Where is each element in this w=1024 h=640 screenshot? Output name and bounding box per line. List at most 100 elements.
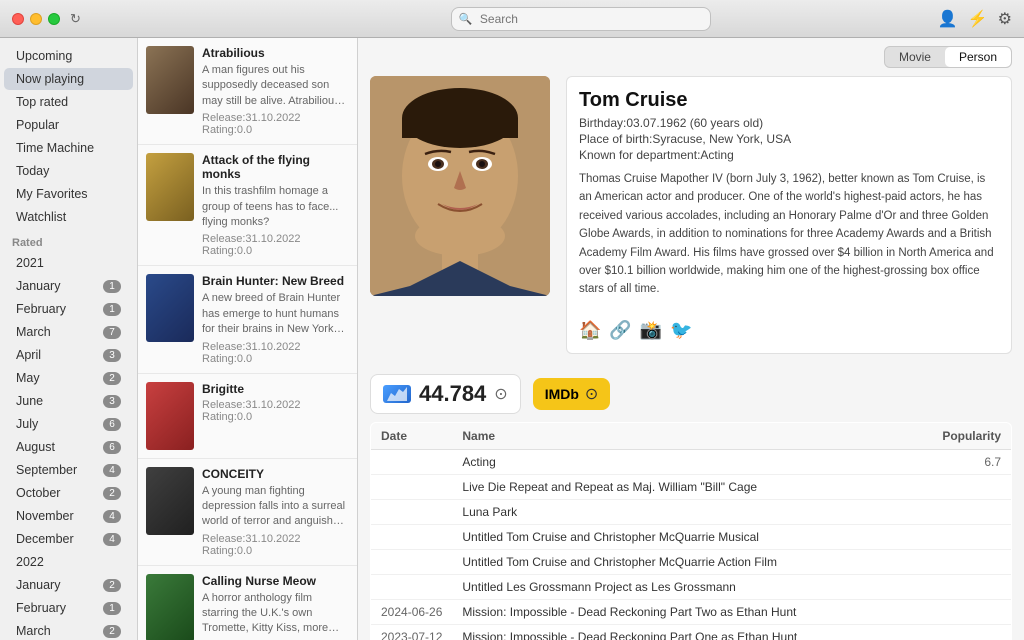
sidebar-item-january-22[interactable]: January2 bbox=[4, 574, 133, 596]
movie-list-item[interactable]: Brain Hunter: New BreedA new breed of Br… bbox=[138, 266, 357, 373]
sidebar-item-watchlist[interactable]: Watchlist bbox=[4, 206, 133, 228]
movie-list-item[interactable]: AtrabiliousA man figures out his suppose… bbox=[138, 38, 357, 145]
toggle-person[interactable]: Person bbox=[945, 47, 1011, 67]
sidebar-item-my-favorites[interactable]: My Favorites bbox=[4, 183, 133, 205]
sidebar-item-label: 2022 bbox=[16, 555, 44, 569]
sidebar-item-february-22[interactable]: February 1 bbox=[4, 597, 133, 619]
imdb-arrow: ⊙ bbox=[585, 384, 598, 404]
toggle-movie[interactable]: Movie bbox=[885, 47, 945, 67]
person-birthday: 03.07.1962 (60 years old) bbox=[626, 116, 763, 130]
movie-thumbnail bbox=[146, 382, 194, 450]
close-button[interactable] bbox=[12, 13, 24, 25]
film-row[interactable]: 2024-06-26Mission: Impossible - Dead Rec… bbox=[371, 600, 1012, 625]
titlebar: ↻ 🔍 👤 ⚡ ⚙ bbox=[0, 0, 1024, 38]
film-name: Untitled Tom Cruise and Christopher McQu… bbox=[452, 525, 932, 550]
sidebar-item-label: August bbox=[16, 440, 55, 454]
sidebar-item-march-22[interactable]: March2 bbox=[4, 620, 133, 640]
search-input[interactable] bbox=[451, 7, 711, 31]
refresh-button[interactable]: ↻ bbox=[70, 11, 81, 27]
sidebar-item-august[interactable]: August6 bbox=[4, 436, 133, 458]
movie-thumbnail-img bbox=[146, 574, 194, 640]
sidebar-item-badge: 2 bbox=[103, 579, 121, 592]
sidebar-item-label: June bbox=[16, 394, 43, 408]
movie-list-item[interactable]: Attack of the flying monksIn this trashf… bbox=[138, 145, 357, 266]
sidebar-item-badge: 3 bbox=[103, 349, 121, 362]
maximize-button[interactable] bbox=[48, 13, 60, 25]
film-row[interactable]: Untitled Tom Cruise and Christopher McQu… bbox=[371, 525, 1012, 550]
movie-thumbnail-img bbox=[146, 153, 194, 221]
user-icon[interactable]: 👤 bbox=[938, 9, 958, 29]
movie-description: A man figures out his supposedly decease… bbox=[202, 63, 349, 109]
sidebar-item-september[interactable]: September4 bbox=[4, 459, 133, 481]
stats-bar: 44.784 ⊙ IMDb ⊙ bbox=[358, 366, 1024, 422]
sidebar-item-label: March bbox=[16, 325, 51, 339]
film-name: Luna Park bbox=[452, 500, 932, 525]
sidebar-item-time-machine[interactable]: Time Machine bbox=[4, 137, 133, 159]
sidebar-item-may[interactable]: May2 bbox=[4, 367, 133, 389]
sidebar-item-label: January bbox=[16, 279, 60, 293]
sidebar-item-december[interactable]: December4 bbox=[4, 528, 133, 550]
film-row[interactable]: Acting6.7 bbox=[371, 450, 1012, 475]
minimize-button[interactable] bbox=[30, 13, 42, 25]
film-date bbox=[371, 475, 453, 500]
sidebar-item-january[interactable]: January1 bbox=[4, 275, 133, 297]
instagram-link[interactable]: 📸 bbox=[640, 320, 662, 341]
known-label: Known for department: bbox=[579, 148, 700, 162]
sidebar: Upcoming Now playing Top rated PopularTime … bbox=[0, 38, 138, 640]
film-name: Mission: Impossible - Dead Reckoning Par… bbox=[452, 625, 932, 640]
movie-list-panel: AtrabiliousA man figures out his suppose… bbox=[138, 38, 358, 640]
person-detail: Tom Cruise Birthday:03.07.1962 (60 years… bbox=[358, 76, 1024, 366]
person-info-card: Tom Cruise Birthday:03.07.1962 (60 years… bbox=[566, 76, 1012, 354]
sidebar-rated-header: Rated bbox=[0, 229, 137, 251]
film-row[interactable]: Luna Park bbox=[371, 500, 1012, 525]
film-date bbox=[371, 500, 453, 525]
movie-list-item[interactable]: Calling Nurse MeowA horror anthology fil… bbox=[138, 566, 357, 640]
sidebar-item-upcoming[interactable]: Upcoming bbox=[4, 45, 133, 67]
sidebar-item-badge: 1 bbox=[103, 602, 121, 615]
filter-icon[interactable]: ⚡ bbox=[968, 9, 988, 29]
sidebar-item-label: Top rated bbox=[16, 95, 68, 109]
sidebar-item-2021[interactable]: 2021 bbox=[4, 252, 133, 274]
twitter-link[interactable]: 🐦 bbox=[670, 320, 692, 341]
col-date: Date bbox=[371, 423, 453, 450]
sidebar-item-march[interactable]: March 7 bbox=[4, 321, 133, 343]
person-bio: Thomas Cruise Mapother IV (born July 3, … bbox=[579, 170, 999, 310]
sidebar-item-label: Now playing bbox=[16, 72, 84, 86]
sidebar-item-october[interactable]: October2 bbox=[4, 482, 133, 504]
imdb-box[interactable]: IMDb ⊙ bbox=[533, 378, 611, 410]
home-link[interactable]: 🏠 bbox=[579, 320, 601, 341]
sidebar-item-popular[interactable]: Popular bbox=[4, 114, 133, 136]
film-row[interactable]: Live Die Repeat and Repeat as Maj. Willi… bbox=[371, 475, 1012, 500]
film-row[interactable]: 2023-07-12Mission: Impossible - Dead Rec… bbox=[371, 625, 1012, 640]
film-date bbox=[371, 450, 453, 475]
film-name: Live Die Repeat and Repeat as Maj. Willi… bbox=[452, 475, 932, 500]
film-date: 2023-07-12 bbox=[371, 625, 453, 640]
movie-thumbnail-img bbox=[146, 467, 194, 535]
sidebar-item-february[interactable]: February1 bbox=[4, 298, 133, 320]
sidebar-item-june[interactable]: June3 bbox=[4, 390, 133, 412]
movie-thumbnail bbox=[146, 46, 194, 114]
film-row[interactable]: Untitled Tom Cruise and Christopher McQu… bbox=[371, 550, 1012, 575]
movie-title: CONCEITY bbox=[202, 467, 349, 481]
filmography-section: Date Name Popularity Acting6.7Live Die R… bbox=[358, 422, 1024, 640]
movie-list-item[interactable]: CONCEITYA young man fighting depression … bbox=[138, 459, 357, 566]
sidebar-item-today[interactable]: Today bbox=[4, 160, 133, 182]
sidebar-item-label: July bbox=[16, 417, 38, 431]
sidebar-item-label: February bbox=[16, 601, 66, 615]
movie-list-item[interactable]: BrigitteRelease:31.10.2022 Rating:0.0 bbox=[138, 374, 357, 459]
sidebar-item-2022[interactable]: 2022 bbox=[4, 551, 133, 573]
movie-thumbnail bbox=[146, 467, 194, 535]
sidebar-item-top-rated[interactable]: Top rated bbox=[4, 91, 133, 113]
film-row[interactable]: Untitled Les Grossmann Project as Les Gr… bbox=[371, 575, 1012, 600]
sidebar-item-badge: 7 bbox=[103, 326, 121, 339]
sidebar-item-now-playing[interactable]: Now playing bbox=[4, 68, 133, 90]
share-link[interactable]: 🔗 bbox=[609, 320, 631, 341]
settings-icon[interactable]: ⚙ bbox=[998, 9, 1012, 29]
sidebar-item-november[interactable]: November4 bbox=[4, 505, 133, 527]
main-layout: Upcoming Now playing Top rated PopularTime … bbox=[0, 38, 1024, 640]
birthplace-label: Place of birth: bbox=[579, 132, 652, 146]
person-birthplace-line: Place of birth:Syracuse, New York, USA bbox=[579, 132, 999, 146]
sidebar-item-july[interactable]: July6 bbox=[4, 413, 133, 435]
sidebar-item-april[interactable]: April3 bbox=[4, 344, 133, 366]
search-icon: 🔍 bbox=[459, 12, 473, 25]
